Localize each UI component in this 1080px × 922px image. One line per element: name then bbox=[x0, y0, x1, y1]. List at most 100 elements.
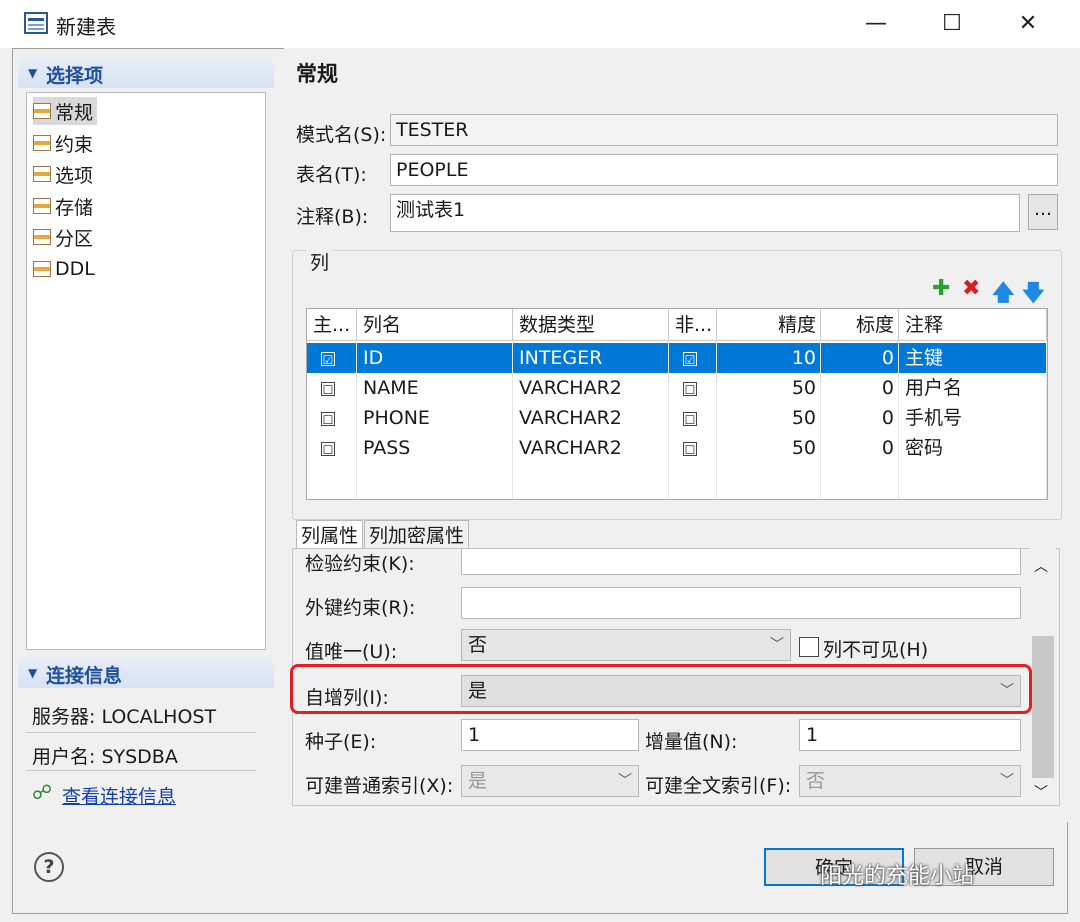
cell-comment: 手机号 bbox=[899, 403, 1047, 433]
minimize-button[interactable]: — bbox=[846, 4, 906, 44]
window-title: 新建表 bbox=[56, 15, 116, 39]
page-icon bbox=[33, 135, 51, 151]
increment-label: 增量值(N): bbox=[645, 731, 738, 753]
comment-more-button[interactable]: ... bbox=[1028, 194, 1058, 230]
table-row[interactable]: ☐ NAME VARCHAR2 ☐ 50 0 用户名 bbox=[307, 373, 1047, 403]
invisible-label: 列不可见(H) bbox=[823, 639, 929, 661]
user-info: 用户名: SYSDBA bbox=[32, 746, 178, 768]
cell-precision: 10 bbox=[717, 343, 821, 373]
chevron-down-icon: ﹀ bbox=[618, 773, 632, 789]
columns-table: 主... 列名 数据类型 非... 精度 标度 注释 ☑ ID INTEGER … bbox=[306, 308, 1048, 500]
nav-item-constraints[interactable]: 约束 bbox=[33, 129, 97, 157]
page-icon bbox=[33, 261, 51, 277]
unique-value: 否 bbox=[468, 634, 488, 656]
nav-item-label: 选项 bbox=[55, 164, 94, 187]
scroll-down-icon[interactable]: ﹀ bbox=[1034, 782, 1048, 802]
scrollbar-thumb[interactable] bbox=[1032, 636, 1054, 778]
divider bbox=[26, 732, 256, 733]
remove-column-icon[interactable]: ✖ bbox=[962, 276, 980, 301]
cell-type: VARCHAR2 bbox=[513, 373, 669, 403]
section-header bbox=[284, 48, 1068, 99]
section-title: 常规 bbox=[296, 62, 338, 86]
table-row[interactable]: ☑ ID INTEGER ☑ 10 0 主键 bbox=[307, 343, 1047, 373]
normal-index-select[interactable]: 是 ﹀ bbox=[461, 765, 639, 797]
add-column-icon[interactable]: ✚ bbox=[932, 276, 950, 301]
invisible-checkbox[interactable] bbox=[799, 637, 819, 657]
check-constraint-input[interactable] bbox=[461, 549, 1021, 575]
close-button[interactable]: ✕ bbox=[998, 4, 1058, 44]
table-header-row: 主... 列名 数据类型 非... 精度 标度 注释 bbox=[307, 309, 1047, 341]
nav-tree: 常规 约束 选项 存储 分区 DDL bbox=[26, 92, 266, 650]
tab-column-properties[interactable]: 列属性 bbox=[296, 520, 364, 550]
nav-item-label: 常规 bbox=[55, 101, 94, 124]
connection-section-header[interactable]: ▼ 连接信息 bbox=[18, 658, 274, 688]
comment-label: 注释(B): bbox=[296, 206, 369, 228]
pk-checkbox[interactable]: ☐ bbox=[321, 411, 335, 427]
nav-item-label: 约束 bbox=[55, 133, 94, 156]
cell-comment: 密码 bbox=[899, 433, 1047, 463]
scroll-up-icon[interactable]: ︿ bbox=[1034, 556, 1048, 576]
view-connection-link[interactable]: 查看连接信息 bbox=[62, 782, 176, 809]
tab-encryption-properties[interactable]: 列加密属性 bbox=[364, 520, 470, 550]
header-scale[interactable]: 标度 bbox=[821, 309, 899, 341]
empty-row bbox=[307, 463, 1047, 499]
cell-name: PHONE bbox=[357, 403, 513, 433]
header-pk[interactable]: 主... bbox=[307, 309, 357, 341]
maximize-button[interactable]: ☐ bbox=[922, 4, 982, 44]
cell-type: INTEGER bbox=[513, 343, 669, 373]
header-precision[interactable]: 精度 bbox=[717, 309, 821, 341]
nav-item-options[interactable]: 选项 bbox=[33, 160, 97, 188]
options-section-title: 选择项 bbox=[46, 65, 104, 87]
table-name-input[interactable]: PEOPLE bbox=[390, 154, 1058, 186]
nav-item-ddl[interactable]: DDL bbox=[33, 255, 99, 283]
pk-checkbox[interactable]: ☐ bbox=[321, 441, 335, 457]
options-section-header[interactable]: ▼ 选择项 bbox=[18, 58, 274, 88]
nav-item-general[interactable]: 常规 bbox=[33, 97, 98, 125]
not-null-checkbox[interactable]: ☑ bbox=[683, 351, 697, 367]
chevron-down-icon: ﹀ bbox=[1000, 773, 1014, 789]
header-not-null[interactable]: 非... bbox=[669, 309, 717, 341]
not-null-checkbox[interactable]: ☐ bbox=[683, 411, 697, 427]
server-info: 服务器: LOCALHOST bbox=[32, 706, 217, 728]
chevron-down-icon: ﹀ bbox=[770, 637, 784, 653]
header-comment[interactable]: 注释 bbox=[899, 309, 1047, 341]
comment-input[interactable]: 测试表1 bbox=[390, 194, 1020, 232]
cell-comment: 用户名 bbox=[899, 373, 1047, 403]
increment-input[interactable]: 1 bbox=[799, 719, 1021, 751]
cell-type: VARCHAR2 bbox=[513, 433, 669, 463]
pk-checkbox[interactable]: ☐ bbox=[321, 381, 335, 397]
fulltext-index-value: 否 bbox=[806, 770, 826, 792]
table-row[interactable]: ☐ PHONE VARCHAR2 ☐ 50 0 手机号 bbox=[307, 403, 1047, 433]
cell-name: PASS bbox=[357, 433, 513, 463]
cell-precision: 50 bbox=[717, 403, 821, 433]
cell-name: NAME bbox=[357, 373, 513, 403]
foreign-key-label: 外键约束(R): bbox=[305, 597, 416, 619]
columns-group-label: 列 bbox=[306, 248, 334, 275]
cell-type: VARCHAR2 bbox=[513, 403, 669, 433]
header-column-name[interactable]: 列名 bbox=[357, 309, 513, 341]
foreign-key-input[interactable] bbox=[461, 587, 1021, 619]
table-app-icon bbox=[24, 12, 48, 34]
header-data-type[interactable]: 数据类型 bbox=[513, 309, 669, 341]
schema-field[interactable]: TESTER bbox=[390, 114, 1058, 146]
nav-item-partition[interactable]: 分区 bbox=[33, 223, 97, 251]
fulltext-index-label: 可建全文索引(F): bbox=[645, 775, 792, 797]
schema-label: 模式名(S): bbox=[296, 124, 387, 146]
cell-scale: 0 bbox=[821, 433, 899, 463]
page-icon bbox=[33, 103, 51, 119]
unique-select[interactable]: 否 ﹀ bbox=[461, 629, 791, 661]
divider bbox=[26, 770, 256, 771]
not-null-checkbox[interactable]: ☐ bbox=[683, 441, 697, 457]
watermark-text: 阳光的充能小站 bbox=[820, 864, 975, 889]
cell-precision: 50 bbox=[717, 433, 821, 463]
nav-item-storage[interactable]: 存储 bbox=[33, 192, 97, 220]
pk-checkbox[interactable]: ☑ bbox=[321, 351, 335, 367]
cell-scale: 0 bbox=[821, 373, 899, 403]
help-icon[interactable]: ? bbox=[34, 852, 64, 882]
not-null-checkbox[interactable]: ☐ bbox=[683, 381, 697, 397]
table-row[interactable]: ☐ PASS VARCHAR2 ☐ 50 0 密码 bbox=[307, 433, 1047, 463]
fulltext-index-select[interactable]: 否 ﹀ bbox=[799, 765, 1021, 797]
unique-label: 值唯一(U): bbox=[305, 641, 398, 663]
nav-item-label: 存储 bbox=[55, 196, 94, 219]
seed-input[interactable]: 1 bbox=[461, 719, 639, 751]
